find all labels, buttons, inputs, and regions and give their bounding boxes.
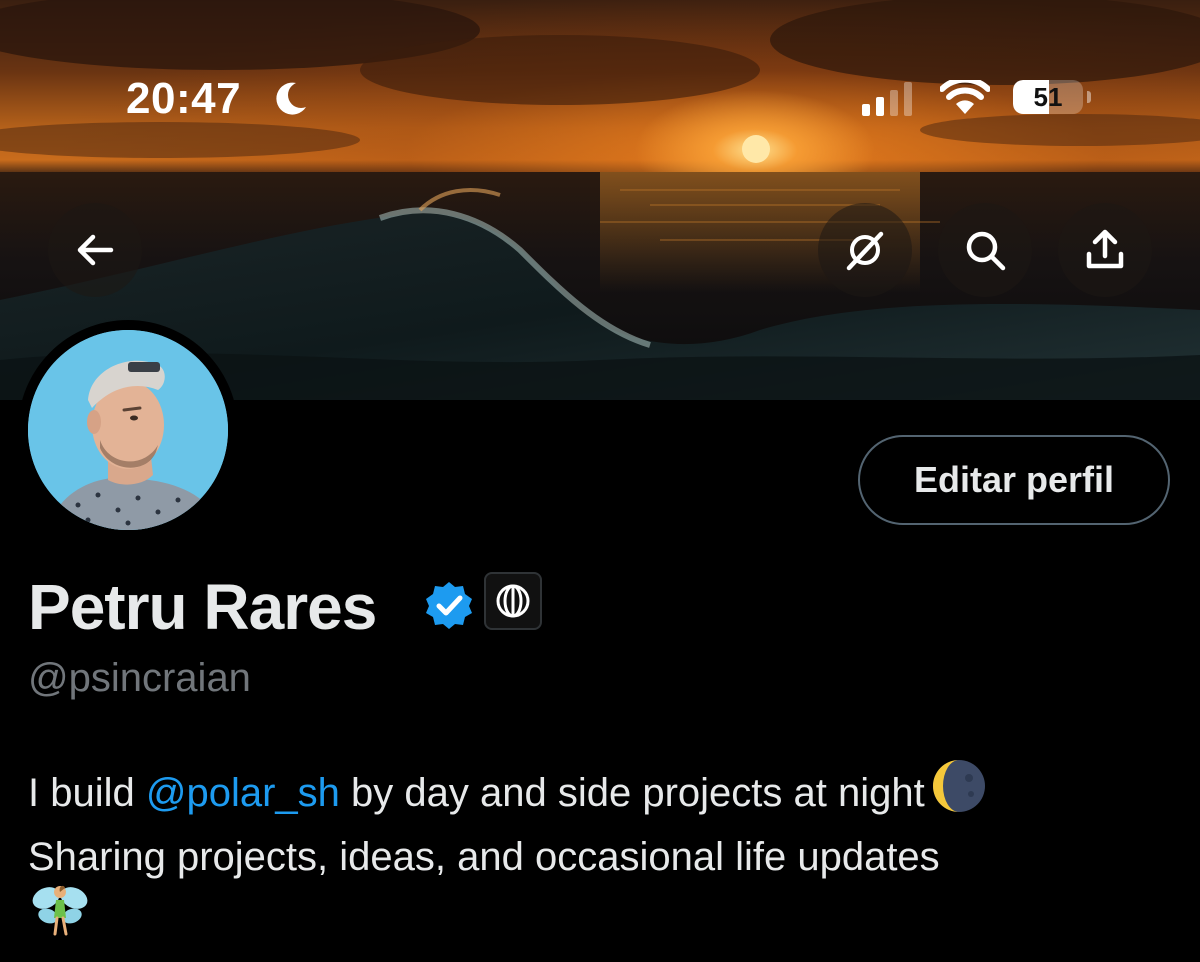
profile-name: Petru Rares	[28, 571, 377, 643]
focus-moon-icon	[276, 82, 306, 115]
polar-logo-icon	[496, 584, 530, 618]
edit-profile-button[interactable]: Editar perfil	[858, 435, 1170, 525]
battery-cap	[1087, 91, 1091, 103]
bio-text: I build	[28, 771, 146, 815]
cellular-signal-icon	[862, 82, 912, 116]
wifi-icon	[940, 80, 990, 114]
avatar-photo	[28, 330, 228, 530]
affiliation-badge[interactable]	[484, 572, 542, 630]
battery-level: 51	[1033, 82, 1063, 112]
grok-icon	[846, 231, 884, 271]
profile-handle: @psincraian	[28, 656, 251, 700]
fairy-emoji-icon	[32, 885, 88, 936]
waning-moon-emoji-icon	[932, 760, 985, 812]
verified-badge-icon[interactable]	[424, 580, 474, 630]
battery-indicator: 51	[1013, 80, 1083, 114]
bio-mention-link[interactable]: @polar_sh	[146, 771, 340, 815]
back-button[interactable]	[48, 203, 142, 297]
grok-button[interactable]	[818, 203, 912, 297]
search-button[interactable]	[938, 203, 1032, 297]
bio-text: by day and side projects at night	[339, 771, 925, 815]
arrow-left-icon	[77, 234, 114, 266]
share-icon	[1086, 229, 1124, 269]
search-icon	[966, 231, 1006, 271]
profile-avatar[interactable]	[18, 320, 238, 540]
profile-bio: I build @polar_sh by day and side projec…	[28, 758, 1178, 889]
status-time: 20:47	[126, 74, 242, 123]
share-button[interactable]	[1058, 203, 1152, 297]
bio-text: Sharing projects, ideas, and occasional …	[28, 835, 940, 879]
